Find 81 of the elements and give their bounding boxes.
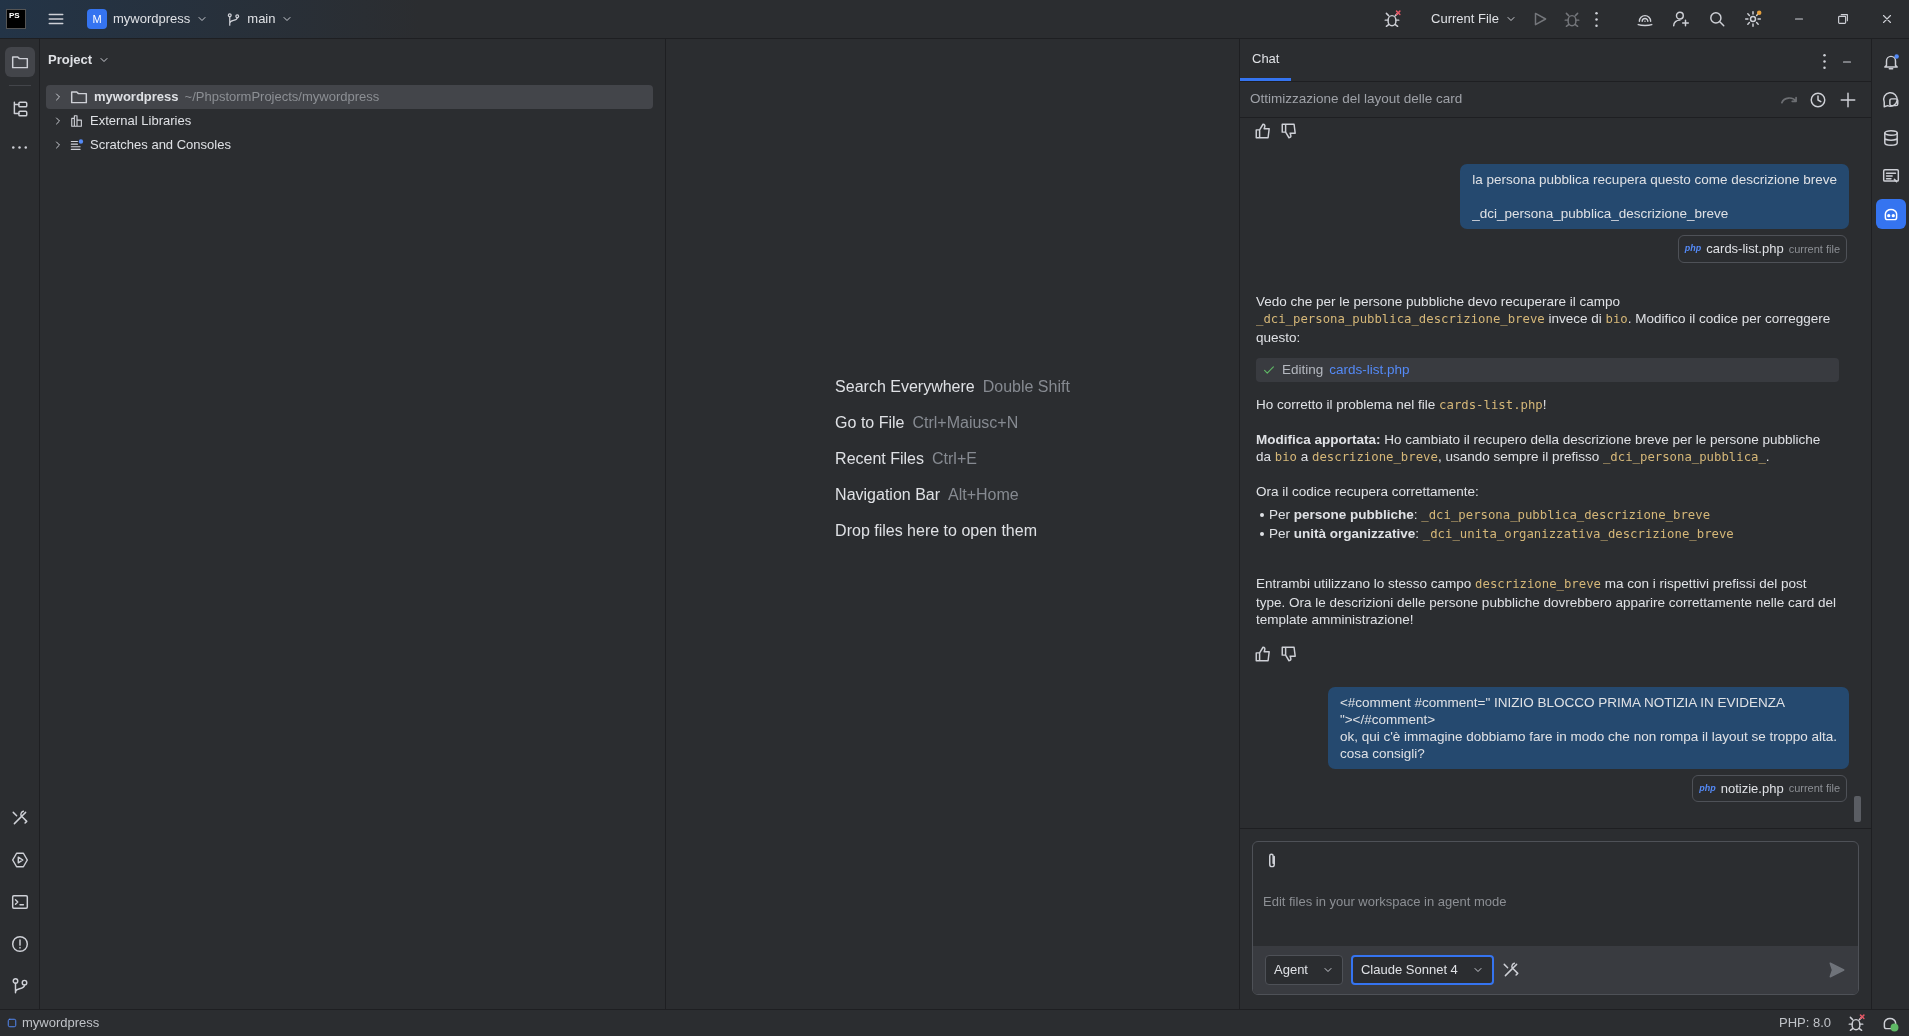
history-icon — [1809, 90, 1827, 109]
thumbs-down-icon — [1280, 122, 1298, 140]
git-icon — [10, 977, 29, 995]
tree-item[interactable]: Scratches and Consoles — [46, 133, 653, 157]
file-attachment-chip[interactable]: php notizie.php current file — [1692, 774, 1847, 802]
thumbs-up-icon — [1254, 644, 1272, 663]
file-attachment-chip[interactable]: php cards-list.php current file — [1677, 235, 1847, 263]
more-icon — [1595, 11, 1598, 27]
scrollbar-thumb[interactable] — [1854, 796, 1861, 822]
database-icon — [1881, 129, 1900, 147]
problems-icon — [10, 935, 29, 953]
debug-status-button[interactable] — [1847, 1014, 1865, 1032]
document-icon — [1881, 167, 1900, 185]
bug-icon — [1563, 10, 1581, 28]
library-icon — [70, 114, 84, 128]
project-tool-button[interactable] — [4, 47, 35, 77]
project-switcher[interactable]: M mywordpress — [80, 5, 216, 33]
message-text: la persona pubblica recupera questo come descrizione breve — [1472, 171, 1837, 188]
module-icon — [6, 1017, 18, 1029]
bullet-icon — [1260, 513, 1264, 517]
tool-step-status: Editing — [1282, 361, 1324, 379]
response-paragraph: Ho corretto il problema nel file cards-list.php! — [1256, 396, 1548, 414]
bullet-text: Per persone pubbliche: _dci_persona_pubblica_descrizione_breve — [1269, 506, 1711, 524]
bug-icon — [1847, 1014, 1865, 1032]
redo-icon — [1781, 95, 1797, 104]
status-project-name[interactable]: mywordpress — [22, 1013, 100, 1033]
bell-icon — [1881, 53, 1900, 71]
branch-switcher[interactable]: main — [219, 5, 301, 33]
editor-hint: Search Everywhere Double Shift — [835, 377, 1070, 397]
thumbs-down-button[interactable] — [1280, 644, 1298, 663]
tools-icon — [10, 809, 29, 827]
chat-tab[interactable]: Chat — [1240, 48, 1292, 81]
message-text: <#comment #comment=" INIZIO BLOCCO PRIMA NOTIZIA IN EVIDENZA "></#comment> ok, qui c'è immagine dobbiamo fare in modo che non rompa il layout se troppo alta. cosa consigli? — [1339, 693, 1837, 762]
settings-icon — [1744, 10, 1762, 28]
response-paragraph: Entrambi utilizzano lo stesso campo descrizione_breve ma con i rispettivi prefissi del post type. Ora le descrizioni delle persone pubbliche dovrebbero apparire correttamente nelle card del template amministrazione! — [1256, 575, 1838, 629]
model-selector[interactable]: Claude Sonnet 4 — [1351, 955, 1494, 985]
response-paragraph: Vedo che per le persone pubbliche devo recuperare il campo _dci_persona_pubblica_descrizione_breve invece di bio. Modifico il codice per correggere questo: — [1256, 292, 1832, 346]
message-text: _dci_persona_pubblica_descrizione_breve — [1472, 205, 1730, 222]
tree-item[interactable]: mywordpress ~/PhpstormProjects/mywordpress — [46, 85, 653, 109]
tools-icon — [1501, 961, 1520, 979]
more-icon — [1823, 54, 1826, 69]
thumbs-up-icon — [1254, 122, 1272, 140]
search-icon — [1708, 10, 1726, 28]
bullet-text: Per unità organizzative: _dci_unita_organizzativa_descrizione_breve — [1269, 524, 1734, 543]
mode-selector[interactable]: Agent — [1265, 955, 1343, 985]
response-paragraph: Modifica apportata: Ho cambiato il recupero della descrizione breve per le persone pubbliche da bio a descrizione_breve, usando sempre il prefisso _dci_persona_pubblica_. — [1256, 430, 1822, 466]
thumbs-up-button[interactable] — [1254, 122, 1272, 140]
chat-input-field[interactable]: Edit files in your workspace in agent mode — [1263, 892, 1848, 912]
restore-icon — [1836, 12, 1850, 26]
run-config-selector[interactable]: Current File — [1424, 5, 1524, 33]
scratches-icon — [70, 138, 84, 152]
chat-bubble-icon — [1881, 91, 1900, 109]
folder-icon — [10, 53, 29, 71]
bug-icon — [1383, 10, 1402, 28]
response-paragraph: Ora il codice recupera correttamente: — [1256, 482, 1480, 500]
run-icon — [10, 851, 29, 869]
close-icon — [1880, 12, 1894, 26]
bullet-icon — [1260, 531, 1264, 536]
editor-hint: Go to File Ctrl+Maiusc+N — [835, 413, 1020, 433]
send-icon — [1828, 961, 1846, 979]
check-icon — [1262, 363, 1276, 377]
assistant-button[interactable] — [1875, 199, 1906, 229]
thumbs-down-button[interactable] — [1280, 122, 1298, 140]
add-user-icon — [1672, 10, 1690, 28]
editor-hint: Recent Files Ctrl+E — [835, 449, 978, 469]
chat-session-title: Ottimizzazione del layout delle card — [1250, 90, 1463, 109]
project-initial-icon: M — [87, 9, 107, 29]
folder-icon — [70, 88, 88, 106]
app-logo: PS — [6, 9, 26, 29]
branch-icon — [226, 11, 242, 27]
editor-hint: Drop files here to open them — [835, 521, 1038, 541]
project-view-selector[interactable]: Project — [48, 50, 111, 70]
thumbs-down-icon — [1280, 644, 1298, 663]
plus-icon — [1839, 90, 1857, 109]
terminal-icon — [10, 893, 29, 911]
php-version[interactable]: PHP: 8.0 — [1778, 1013, 1831, 1033]
tools-button[interactable] — [1501, 961, 1520, 979]
thumbs-up-button[interactable] — [1254, 644, 1272, 663]
more-icon — [12, 145, 27, 149]
tree-item[interactable]: External Libraries — [46, 109, 653, 133]
editor-hint: Navigation Bar Alt+Home — [835, 485, 1020, 505]
